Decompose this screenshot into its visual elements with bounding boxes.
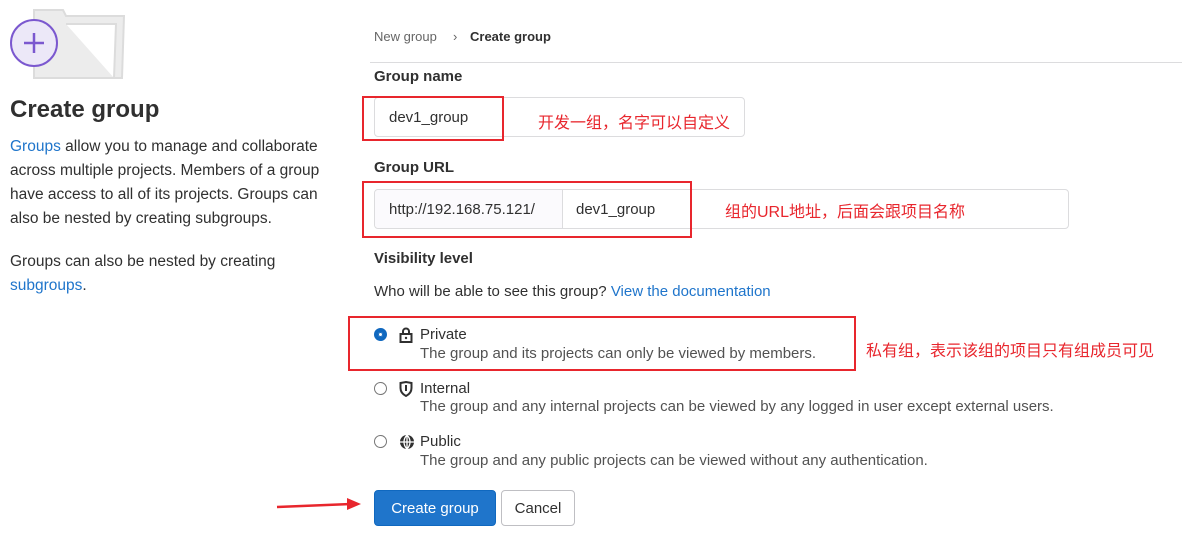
shield-icon (399, 381, 413, 397)
annotation-url: 组的URL地址，后面会跟项目名称 (725, 204, 966, 221)
internal-desc: The group and any internal projects can … (420, 398, 1054, 415)
annotation-box-name (362, 96, 504, 141)
annotation-box-url (362, 181, 692, 238)
group-url-label: Group URL (374, 159, 454, 176)
annotation-private: 私有组，表示该组的项目只有组成员可见 (866, 343, 1155, 360)
folder-plus-illustration-icon (10, 9, 126, 79)
internal-title: Internal (420, 380, 471, 397)
group-name-label: Group name (374, 68, 463, 85)
subgroups-link[interactable]: subgroups (10, 277, 82, 294)
create-group-button[interactable]: Create group (374, 490, 496, 526)
visibility-label: Visibility level (374, 250, 473, 267)
divider (370, 62, 1182, 63)
globe-icon (400, 434, 414, 450)
nested-end: . (82, 277, 87, 294)
cancel-button[interactable]: Cancel (501, 490, 575, 526)
page-title: Create group (10, 96, 160, 123)
breadcrumb-new-group[interactable]: New group (374, 29, 437, 44)
public-title: Public (420, 433, 461, 450)
nested-description: Groups can also be nested by creating su… (10, 250, 340, 298)
nested-text: Groups can also be nested by creating (10, 253, 276, 270)
sidebar-description: Groups allow you to manage and collabora… (10, 135, 340, 231)
public-desc: The group and any public projects can be… (420, 452, 928, 469)
documentation-link[interactable]: View the documentation (611, 283, 771, 300)
internal-radio[interactable] (374, 382, 387, 395)
breadcrumb-create-group: Create group (470, 29, 551, 44)
public-radio[interactable] (374, 435, 387, 448)
groups-link[interactable]: Groups (10, 138, 61, 155)
red-arrow-icon (276, 498, 361, 510)
visibility-help-text: Who will be able to see this group? (374, 283, 611, 300)
visibility-help: Who will be able to see this group? View… (374, 283, 771, 300)
annotation-name: 开发一组，名字可以自定义 (538, 115, 731, 132)
annotation-box-private (348, 316, 856, 371)
breadcrumb-separator: › (453, 29, 458, 44)
